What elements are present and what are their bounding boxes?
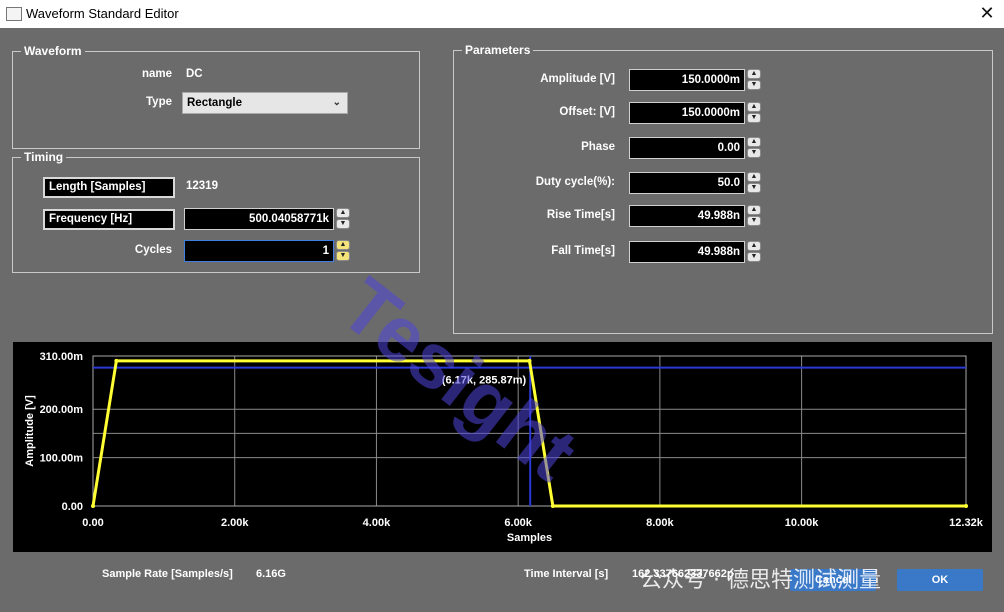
x-axis-label: Samples (507, 532, 552, 544)
cycles-input[interactable]: 1 (184, 240, 334, 262)
name-value: DC (186, 68, 203, 80)
x-tick-label: 10.00k (785, 517, 820, 529)
param-input-4[interactable]: 49.988n (629, 205, 745, 227)
waveform-group-title: Waveform (21, 44, 85, 58)
param-input-5[interactable]: 49.988n (629, 241, 745, 263)
param-down-icon[interactable]: ▼ (747, 252, 761, 262)
param-stepper-0[interactable]: ▲ ▼ (747, 69, 761, 91)
param-down-icon[interactable]: ▼ (747, 113, 761, 123)
param-up-icon[interactable]: ▲ (747, 241, 761, 251)
param-stepper-5[interactable]: ▲ ▼ (747, 241, 761, 263)
param-up-icon[interactable]: ▲ (747, 172, 761, 182)
parameters-group-title: Parameters (462, 43, 534, 57)
param-stepper-1[interactable]: ▲ ▼ (747, 102, 761, 124)
series-point (964, 504, 968, 508)
param-label-4: Rise Time[s] (546, 209, 615, 221)
param-up-icon[interactable]: ▲ (747, 205, 761, 215)
param-label-5: Fall Time[s] (551, 245, 615, 257)
series-point (91, 504, 95, 508)
type-label: Type (146, 96, 172, 108)
param-label-3: Duty cycle(%): (535, 176, 615, 188)
length-label: Length [Samples] (43, 177, 175, 198)
y-tick-label: 200.00m (40, 404, 84, 416)
param-up-icon[interactable]: ▲ (747, 69, 761, 79)
param-label-1: Offset: [V] (559, 106, 615, 118)
length-value: 12319 (186, 180, 218, 192)
x-tick-label: 4.00k (363, 517, 391, 529)
param-label-0: Amplitude [V] (540, 73, 615, 85)
param-input-0[interactable]: 150.0000m (629, 69, 745, 91)
wechat-watermark: 公众号 · 德思特测试测量 (640, 568, 881, 593)
name-label: name (141, 68, 172, 80)
cycles-label: Cycles (134, 244, 172, 256)
chevron-down-icon: ⌄ (332, 97, 341, 108)
frequency-down-icon[interactable]: ▼ (336, 219, 350, 229)
cycles-stepper[interactable]: ▲ ▼ (336, 240, 350, 262)
series-point (114, 358, 119, 363)
y-tick-label: 100.00m (40, 453, 84, 465)
param-input-2[interactable]: 0.00 (629, 137, 745, 159)
x-tick-label: 12.32k (949, 517, 984, 529)
y-tick-label: 310.00m (40, 351, 84, 363)
frequency-input[interactable]: 500.04058771k (184, 208, 334, 230)
timing-group-title: Timing (21, 150, 67, 164)
param-input-3[interactable]: 50.0 (629, 172, 745, 194)
type-select[interactable]: Rectangle ⌄ (182, 92, 348, 114)
param-input-1[interactable]: 150.0000m (629, 102, 745, 124)
title-bar: Waveform Standard Editor ✕ (0, 0, 1004, 28)
x-tick-label: 0.00 (82, 517, 103, 529)
ok-button[interactable]: OK (897, 569, 983, 591)
time-interval-label: Time Interval [s] (524, 568, 609, 580)
sample-rate-label: Sample Rate [Samples/s] (102, 568, 233, 580)
window-title: Waveform Standard Editor (26, 6, 179, 21)
param-down-icon[interactable]: ▼ (747, 148, 761, 158)
frequency-up-icon[interactable]: ▲ (336, 208, 350, 218)
param-label-2: Phase (581, 141, 615, 153)
sample-rate-value: 6.16G (256, 568, 286, 580)
param-stepper-3[interactable]: ▲ ▼ (747, 172, 761, 194)
y-tick-label: 0.00 (62, 501, 83, 513)
x-tick-label: 6.00k (504, 517, 532, 529)
cycles-down-icon[interactable]: ▼ (336, 251, 350, 261)
param-stepper-4[interactable]: ▲ ▼ (747, 205, 761, 227)
waveform-app-icon (6, 7, 22, 21)
y-axis-label: Amplitude [V] (24, 395, 36, 467)
param-down-icon[interactable]: ▼ (747, 216, 761, 226)
cycles-up-icon[interactable]: ▲ (336, 240, 350, 250)
param-down-icon[interactable]: ▼ (747, 183, 761, 193)
x-tick-label: 8.00k (646, 517, 674, 529)
close-icon[interactable]: ✕ (976, 2, 998, 24)
x-tick-label: 2.00k (221, 517, 249, 529)
param-down-icon[interactable]: ▼ (747, 80, 761, 90)
param-up-icon[interactable]: ▲ (747, 102, 761, 112)
param-up-icon[interactable]: ▲ (747, 137, 761, 147)
frequency-label: Frequency [Hz] (43, 209, 175, 230)
type-select-value: Rectangle (187, 97, 242, 109)
frequency-stepper[interactable]: ▲ ▼ (336, 208, 350, 230)
param-stepper-2[interactable]: ▲ ▼ (747, 137, 761, 159)
series-point (550, 504, 555, 508)
series-point (527, 358, 532, 363)
